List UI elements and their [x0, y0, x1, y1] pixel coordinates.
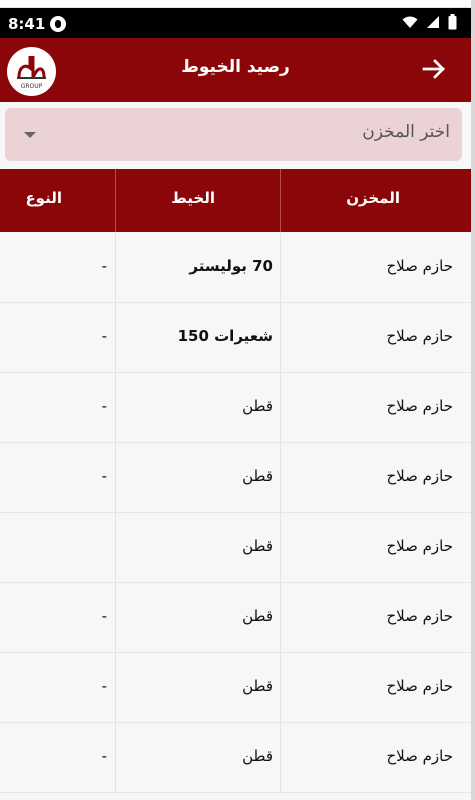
table-row[interactable]: قطن حازم صلاح [0, 513, 471, 583]
type-cell: - [0, 653, 116, 722]
thread-cell: شعيرات 150 [116, 303, 281, 372]
thread-cell: 70 بوليستر [116, 233, 281, 302]
store-cell: حازم صلاح [386, 607, 453, 625]
type-cell: - [0, 443, 116, 512]
status-time: 8:41 [8, 15, 46, 33]
thread-cell: قطن [116, 653, 281, 722]
table-row[interactable]: - قطن حازم صلاح [0, 443, 471, 513]
table-row[interactable]: - شعيرات 150 حازم صلاح [0, 303, 471, 373]
table-row[interactable]: - قطن حازم صلاح [0, 723, 471, 793]
store-cell: حازم صلاح [386, 397, 453, 415]
type-cell: - [0, 373, 116, 442]
store-select[interactable]: اختر المخزن [5, 108, 462, 161]
table-body: - 70 بوليستر حازم صلاح - شعيرات 150 حازم… [0, 233, 471, 793]
table-row[interactable]: - قطن حازم صلاح [0, 653, 471, 723]
store-cell: حازم صلاح [386, 747, 453, 765]
store-cell: حازم صلاح [386, 327, 453, 345]
type-cell: - [0, 583, 116, 652]
page-title: رصيد الخيوط [181, 57, 290, 77]
logo-text: GROUP [21, 83, 43, 90]
table-row[interactable]: - 70 بوليستر حازم صلاح [0, 233, 471, 303]
app-bar: GROUP رصيد الخيوط [0, 38, 471, 102]
type-cell: - [0, 303, 116, 372]
window-top-strip [0, 0, 475, 8]
table-row[interactable]: - قطن حازم صلاح [0, 583, 471, 653]
arrow-right-icon[interactable] [421, 56, 447, 82]
thread-cell: قطن [116, 373, 281, 442]
header-thread: الخيط [116, 169, 281, 232]
store-cell: حازم صلاح [386, 467, 453, 485]
header-store: المخزن [346, 189, 400, 207]
battery-icon [448, 14, 457, 30]
notification-icon [50, 16, 66, 32]
wifi-icon [402, 16, 418, 28]
type-cell: - [0, 233, 116, 302]
table-header: النوع الخيط المخزن [0, 169, 471, 232]
thread-cell: قطن [116, 513, 281, 582]
header-type: النوع [0, 169, 116, 232]
store-cell: حازم صلاح [386, 257, 453, 275]
store-select-label: اختر المخزن [362, 122, 450, 142]
type-cell [0, 513, 116, 582]
app-screen: 8:41 GROUP رصيد الخيوط اختر المخزن النوع… [0, 0, 475, 800]
thread-cell: قطن [116, 443, 281, 512]
status-icons [402, 14, 457, 30]
signal-icon [427, 16, 439, 28]
screen-edge [471, 0, 475, 800]
table-row[interactable]: - قطن حازم صلاح [0, 373, 471, 443]
store-cell: حازم صلاح [386, 537, 453, 555]
chevron-down-icon [24, 132, 36, 138]
type-cell: - [0, 723, 116, 792]
thread-cell: قطن [116, 723, 281, 792]
status-bar: 8:41 [0, 8, 471, 38]
thread-cell: قطن [116, 583, 281, 652]
store-cell: حازم صلاح [386, 677, 453, 695]
